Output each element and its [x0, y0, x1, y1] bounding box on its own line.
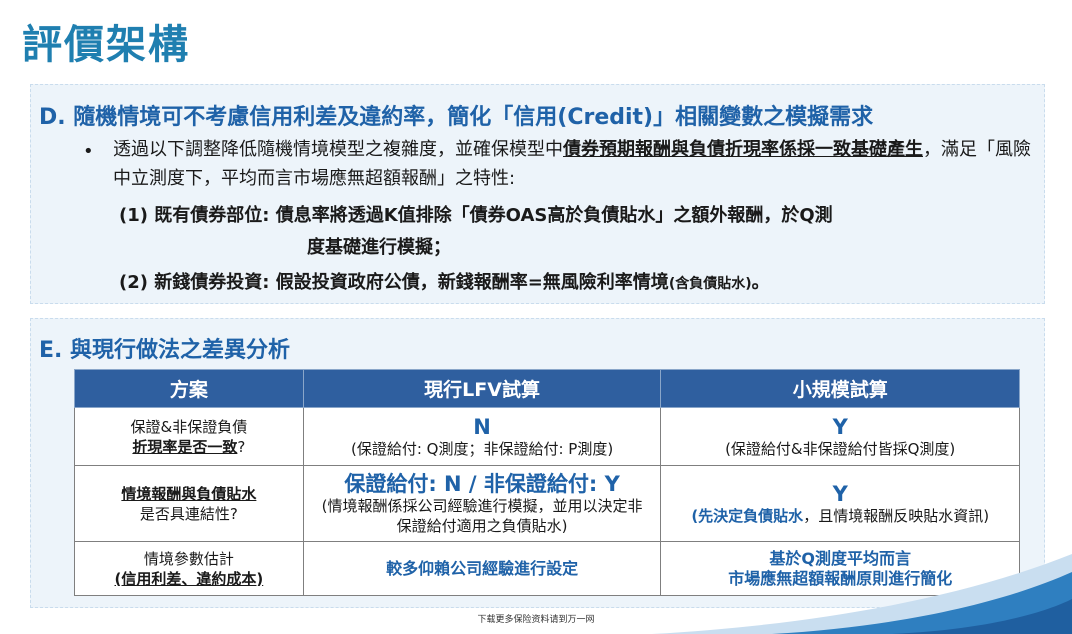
row2-small-answer: Y	[832, 481, 848, 506]
section-d-paragraph: 透過以下調整降低隨機情境模型之複雜度，並確保模型中債券預期報酬與負債折現率係採一…	[113, 135, 1043, 193]
row1-criteria-emphasis: 折現率是否一致	[132, 437, 238, 456]
page-title: 評價架構	[22, 22, 190, 68]
row1-criteria-qmark: ?	[237, 437, 246, 456]
item-1-text: 債息率將透過K值排除「債券OAS高於負債貼水」之額外報酬，於Q測	[269, 205, 833, 226]
row2-criteria-line2: 是否具連結性?	[139, 504, 238, 523]
row1-current-note: (保證給付: Q測度；非保證給付: P測度)	[350, 439, 614, 458]
footer-text: 下载更多保险资料请到万一网	[477, 615, 595, 625]
row2-criteria-line1: 情境報酬與負債貼水	[121, 484, 257, 503]
row1-small-answer: Y	[832, 414, 848, 439]
header-current-lfv: 現行LFV試算	[302, 369, 662, 408]
header-plan: 方案	[74, 369, 304, 408]
item-2-text: 假設投資政府公債，新錢報酬率=無風險利率情境	[269, 272, 669, 293]
row1-criteria-line1: 保證&非保證負債	[130, 417, 248, 436]
row2-small: Y (先決定負債貼水，且情境報酬反映貼水資訊)	[660, 465, 1020, 542]
section-e-heading: E. 與現行做法之差異分析	[39, 338, 291, 363]
row2-current-note: (情境報酬係採公司經驗進行模擬，並用以決定非保證給付適用之負債貼水)	[321, 496, 643, 535]
table-row: 情境報酬與負債貼水 是否具連結性? 保證給付: N / 非保證給付: Y (情境…	[74, 465, 1020, 542]
row3-current: 較多仰賴公司經驗進行設定	[302, 541, 662, 596]
row1-criteria-line2: 折現率是否一致?	[79, 437, 299, 457]
row3-criteria: 情境參數估計 (信用利差、違約成本)	[74, 541, 304, 596]
header-small-scale: 小規模試算	[660, 369, 1020, 408]
para-prefix: 透過以下調整降低隨機情境模型之複雜度，並確保模型中	[113, 139, 563, 160]
row3-criteria-line2: (信用利差、違約成本)	[114, 569, 264, 588]
section-d-panel: D. 隨機情境可不考慮信用利差及違約率，簡化「信用(Credit)」相關變數之模…	[30, 84, 1045, 304]
table-header-row: 方案 現行LFV試算 小規模試算	[74, 369, 1020, 408]
item-1-continued: 度基礎進行模擬；	[307, 237, 451, 258]
item-2-note: (含負債貼水)	[668, 276, 752, 292]
item-1-label: (1) 既有債券部位:	[119, 205, 270, 226]
para-emphasis: 債券預期報酬與負債折現率係採一致基礎產生	[563, 139, 923, 160]
item-2-end: 。	[751, 272, 770, 293]
table-row: 保證&非保證負債 折現率是否一致? N (保證給付: Q測度；非保證給付: P測…	[74, 407, 1020, 466]
row2-small-note-emphasis: (先決定負債貼水	[691, 506, 804, 525]
row3-criteria-line1: 情境參數估計	[143, 549, 234, 568]
row2-small-note-rest: ，且情境報酬反映貼水資訊)	[803, 506, 990, 525]
row2-criteria: 情境報酬與負債貼水 是否具連結性?	[74, 465, 304, 542]
row2-current-answer: 保證給付: N / 非保證給付: Y	[344, 471, 620, 496]
row1-small-note: (保證給付&非保證給付皆採Q測度)	[725, 439, 956, 458]
bullet-dot: •	[83, 141, 94, 162]
item-1: (1) 既有債券部位: 債息率將透過K值排除「債券OAS高於負債貼水」之額外報酬…	[119, 202, 833, 230]
item-2-label: (2) 新錢債券投資:	[119, 272, 270, 293]
row1-criteria: 保證&非保證負債 折現率是否一致?	[74, 407, 304, 466]
row2-small-note: (先決定負債貼水，且情境報酬反映貼水資訊)	[665, 506, 1015, 526]
row2-current: 保證給付: N / 非保證給付: Y (情境報酬係採公司經驗進行模擬，並用以決定…	[302, 465, 662, 542]
row1-small: Y (保證給付&非保證給付皆採Q測度)	[660, 407, 1020, 466]
item-2: (2) 新錢債券投資: 假設投資政府公債，新錢報酬率=無風險利率情境(含負債貼水…	[119, 269, 770, 298]
row1-current-answer: N	[473, 414, 491, 439]
section-d-heading: D. 隨機情境可不考慮信用利差及違約率，簡化「信用(Credit)」相關變數之模…	[39, 105, 874, 130]
row1-current: N (保證給付: Q測度；非保證給付: P測度)	[302, 407, 662, 466]
